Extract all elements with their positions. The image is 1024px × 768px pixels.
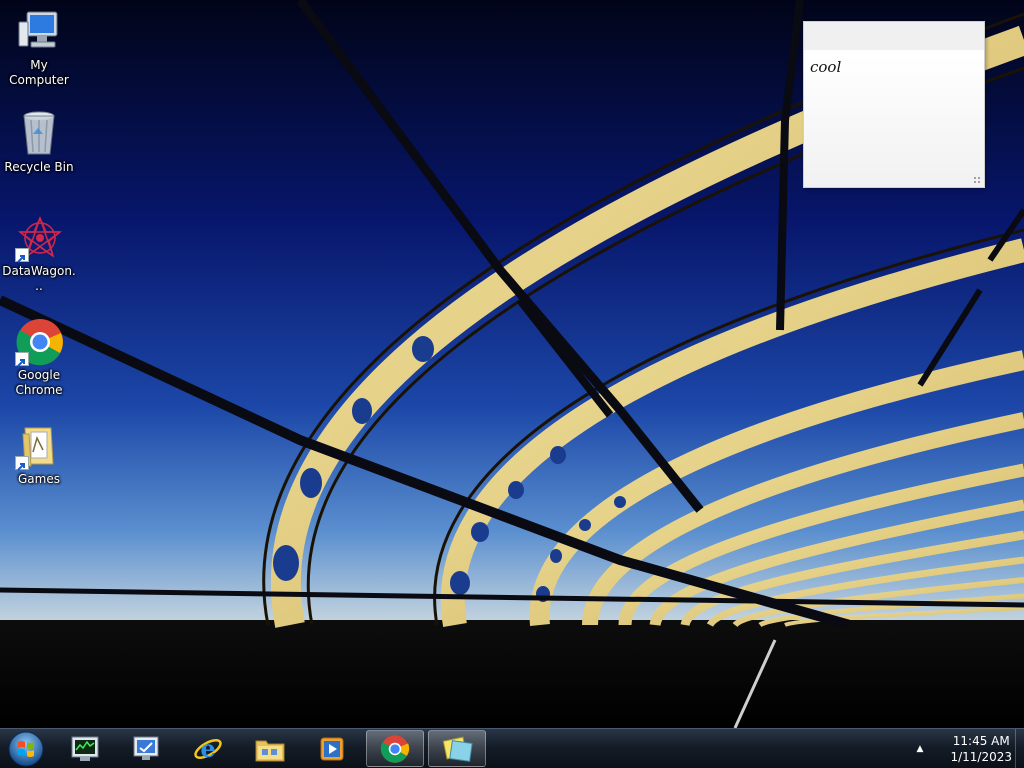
- sticky-note[interactable]: cool: [804, 22, 984, 187]
- file-explorer-icon: [255, 740, 285, 761]
- media-player-icon: [320, 737, 344, 760]
- desktop-icon-label: DataWagon...: [2, 264, 76, 293]
- clock-time: 11:45 AM: [952, 734, 1010, 748]
- desktop-icon-datawagon[interactable]: DataWagon...: [2, 214, 76, 294]
- shortcut-arrow-icon: [15, 456, 29, 471]
- clock-date: 1/11/2023: [950, 750, 1012, 764]
- chrome-icon: [15, 318, 63, 367]
- desktop-icon-label: My Computer: [9, 58, 69, 87]
- desktop-icon-google-chrome[interactable]: Google Chrome: [2, 318, 76, 398]
- shortcut-arrow-icon: [15, 352, 29, 367]
- recycle-bin-icon: [15, 110, 63, 158]
- system-tray: ▲ 11:45 AM 1/11/2023: [914, 729, 1024, 768]
- svg-text:e: e: [200, 734, 215, 763]
- desktop-icon-games[interactable]: Games: [2, 422, 76, 487]
- taskbar-remote-desktop-button[interactable]: [117, 730, 175, 767]
- desktop-icon-my-computer[interactable]: My Computer: [2, 8, 76, 88]
- taskbar-sticky-notes-button[interactable]: [428, 730, 486, 767]
- show-desktop-button[interactable]: [1015, 729, 1024, 768]
- windows-start-orb-icon: [8, 731, 44, 767]
- chrome-icon: [380, 734, 410, 763]
- start-button[interactable]: [6, 731, 46, 767]
- desktop-icon-label: Recycle Bin: [4, 160, 74, 174]
- sticky-note-titlebar[interactable]: [804, 22, 984, 50]
- internet-explorer-icon: e: [194, 734, 222, 763]
- taskbar-windows-explorer-button[interactable]: [241, 730, 299, 767]
- clock[interactable]: 11:45 AM 1/11/2023: [950, 733, 1012, 765]
- computer-icon: [15, 8, 63, 56]
- taskbar-media-player-button[interactable]: [303, 730, 361, 767]
- taskbar-internet-explorer-button[interactable]: e: [179, 730, 237, 767]
- datawagon-icon: [15, 214, 63, 263]
- task-manager-icon: [71, 736, 99, 761]
- desktop-icon-label: Google Chrome: [15, 368, 63, 397]
- remote-desktop-icon: [133, 736, 159, 760]
- desktop-icon-recycle-bin[interactable]: Recycle Bin: [2, 110, 76, 175]
- sticky-notes-icon: [442, 736, 473, 762]
- tray-expand-arrow-icon[interactable]: ▲: [914, 743, 926, 755]
- resize-grip-icon[interactable]: [973, 176, 981, 184]
- taskbar-google-chrome-button[interactable]: [366, 730, 424, 767]
- taskbar: e ▲ 11:45 AM 1/11/2023: [0, 728, 1024, 768]
- taskbar-task-manager-button[interactable]: [56, 730, 114, 767]
- games-folder-icon: [15, 422, 63, 471]
- shortcut-arrow-icon: [15, 248, 29, 263]
- sticky-note-text[interactable]: cool: [810, 58, 841, 76]
- desktop-icon-label: Games: [18, 472, 60, 486]
